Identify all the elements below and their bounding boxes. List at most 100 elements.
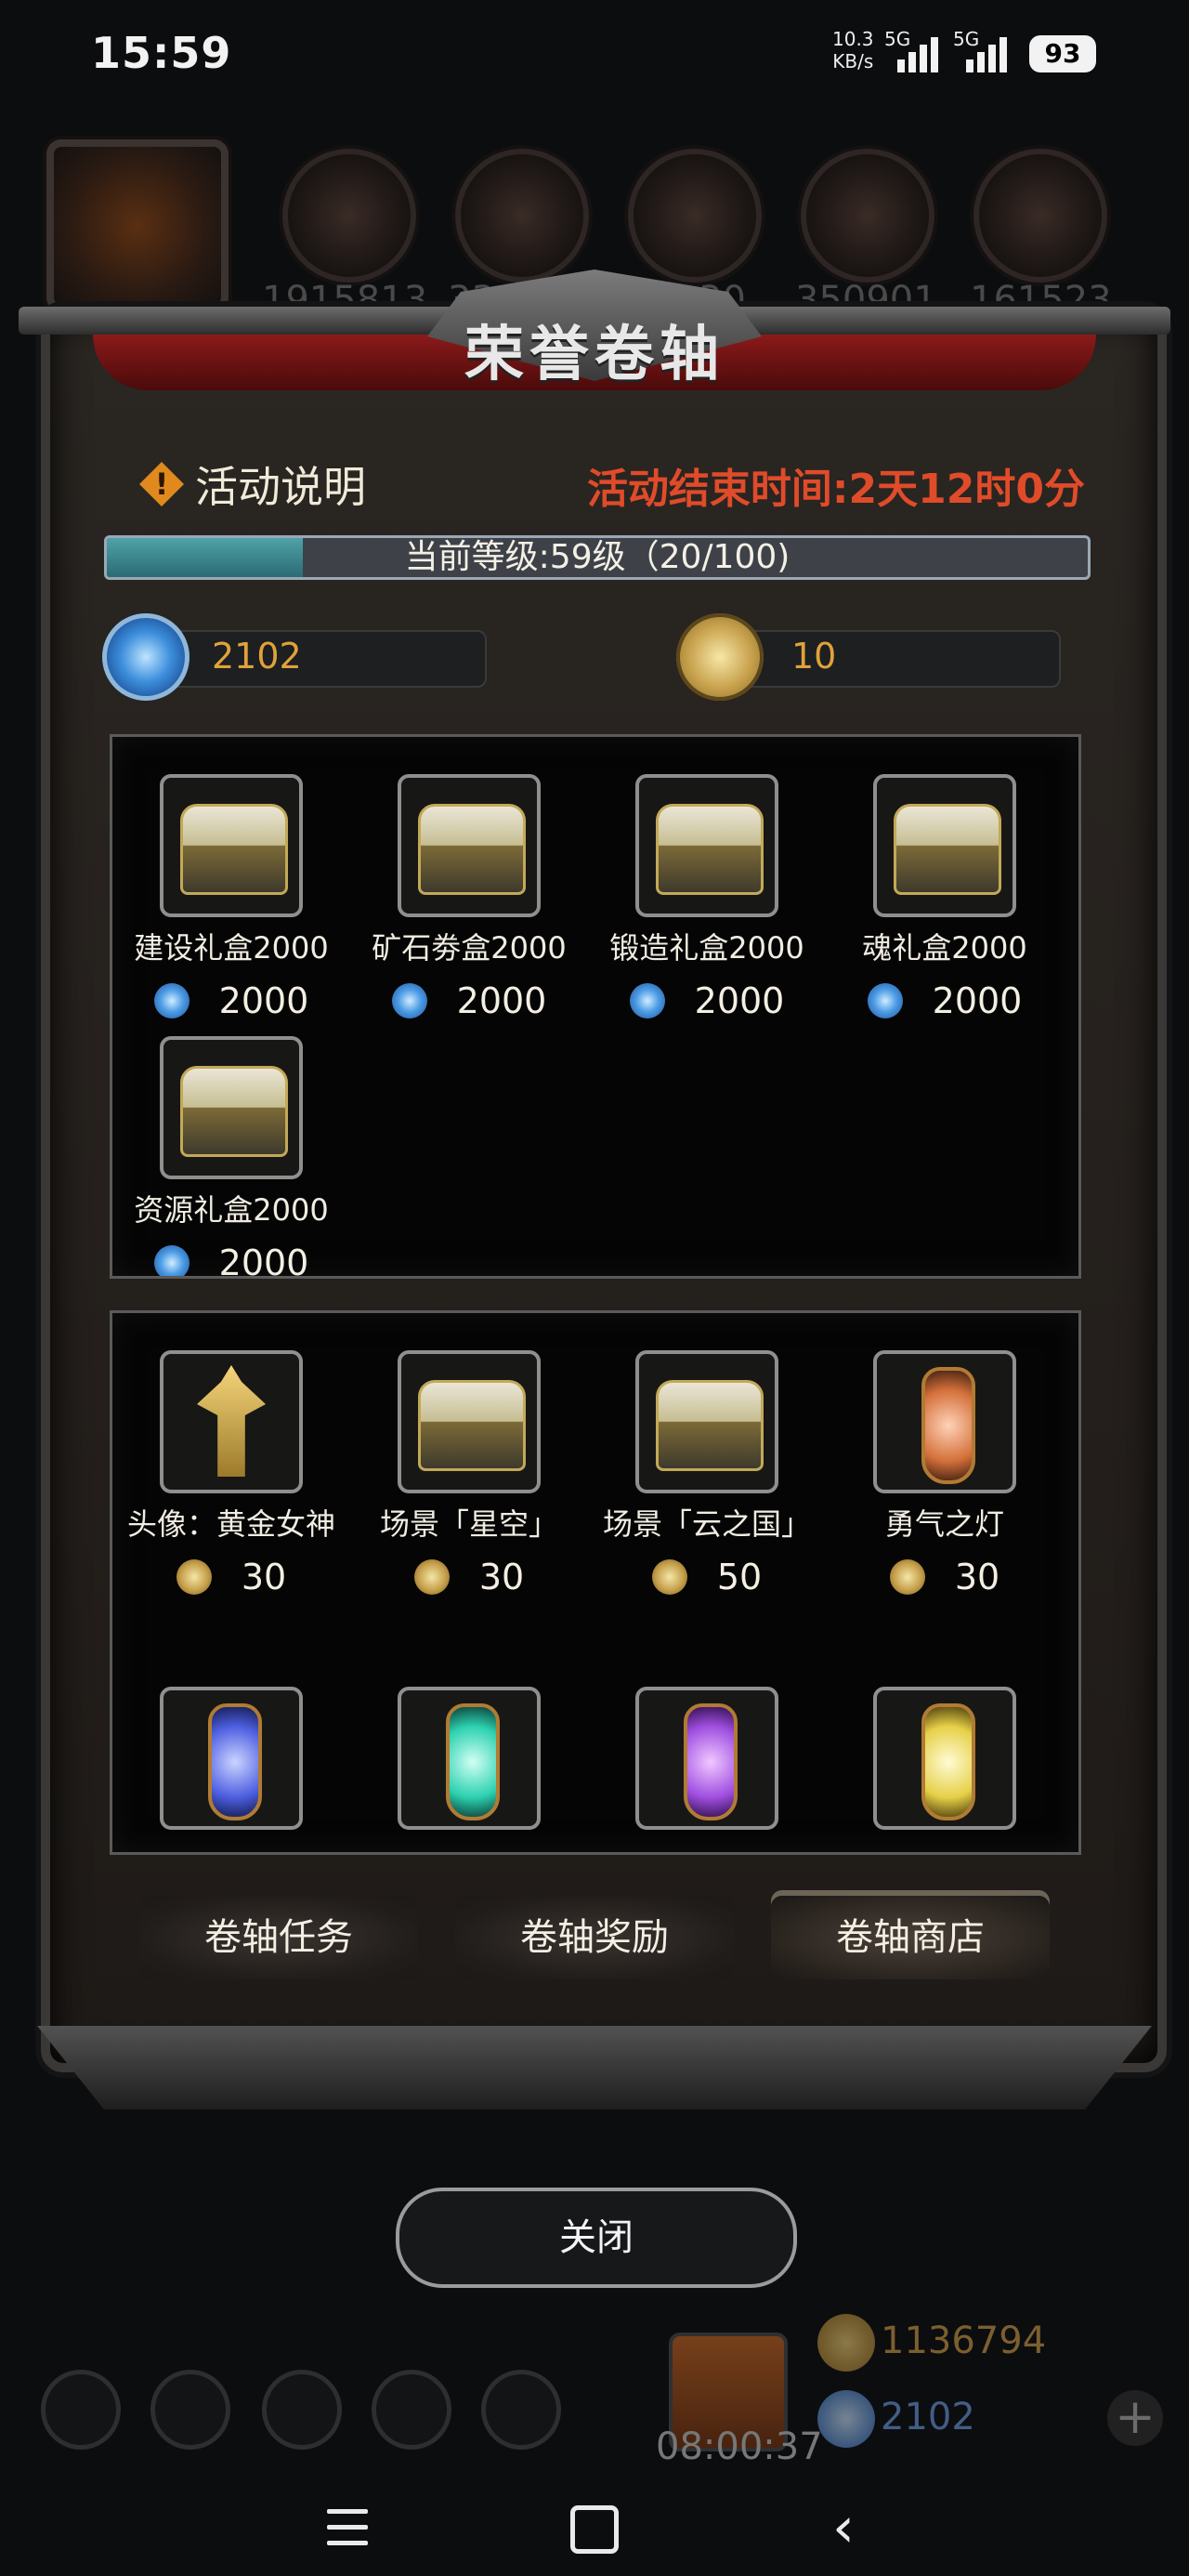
signal-icon [953, 37, 1007, 72]
network-speed: 10.3 KB/s [832, 28, 874, 72]
item-price: 2000 [456, 980, 547, 1021]
item-price: 2000 [932, 980, 1023, 1021]
item-name: 场景「星空」 [379, 1506, 558, 1542]
item-name: 建设礼盒2000 [134, 930, 329, 966]
settings-icon[interactable] [41, 2370, 121, 2450]
item-name: 锻造礼盒2000 [609, 930, 804, 966]
close-button[interactable]: 关闭 [396, 2188, 797, 2288]
coin-icon [651, 1559, 687, 1595]
coin-balance: 10 [676, 613, 1076, 701]
item-price: 50 [716, 1557, 763, 1597]
gold-balance: 1136794 [817, 2314, 1046, 2372]
shop-item[interactable] [588, 1687, 826, 1830]
treasure-chest-icon [180, 1066, 288, 1157]
shop-item[interactable]: 矿石劵盒2000 2000 [350, 774, 588, 1021]
net-speed-value: 10.3 [832, 28, 874, 50]
gem-icon [817, 2390, 875, 2448]
gem-icon [153, 983, 189, 1019]
item-price: 30 [241, 1557, 287, 1597]
meat-icon [282, 149, 416, 283]
tab-scroll-rewards[interactable]: 卷轴奖励 [455, 1896, 734, 1979]
net-speed-unit: KB/s [832, 50, 874, 72]
item-price: 2000 [218, 1242, 309, 1279]
gem-icon [867, 983, 903, 1019]
shop-item[interactable]: 场景「云之国」 50 [588, 1350, 826, 1597]
battery-icon: 93 [1029, 35, 1096, 72]
item-name: 场景「云之国」 [602, 1506, 811, 1542]
game-hud: 08:00:37 1136794 2102 + [0, 2295, 1189, 2468]
panel-bottom-frame [37, 2026, 1152, 2109]
coin-icon [889, 1559, 925, 1595]
coin-icon [176, 1559, 212, 1595]
gift-timer: 08:00:37 [656, 2425, 823, 2468]
item-price: 30 [954, 1557, 1000, 1597]
shop-item[interactable]: 建设礼盒2000 2000 [112, 774, 350, 1021]
gold-amount: 1136794 [881, 2320, 1047, 2362]
level-label: 当前等级:59级（20/100) [404, 538, 790, 576]
back-icon[interactable]: ‹ [832, 2500, 855, 2556]
portrait-icon[interactable] [262, 2370, 342, 2450]
lantern-orange-icon [921, 1367, 975, 1484]
coin-amount: 10 [791, 636, 837, 677]
coin-icon [413, 1559, 450, 1595]
gem-icon [391, 983, 427, 1019]
event-end-time: 活动结束时间:2天12时0分 [586, 466, 1085, 513]
gem-icon [629, 983, 665, 1019]
gold-stack-icon [817, 2314, 875, 2372]
treasure-chest-icon [894, 804, 1001, 895]
gem-icon [153, 1245, 189, 1276]
iron-icon [628, 149, 762, 283]
gem-icon [102, 613, 189, 701]
clock: 15:59 [91, 28, 232, 78]
item-name: 头像：黄金女神 [126, 1506, 335, 1542]
scroll-tabs: 卷轴任务 卷轴奖励 卷轴商店 [139, 1896, 1050, 1979]
shop-item[interactable]: 场景「星空」 30 [350, 1350, 588, 1597]
tab-scroll-shop[interactable]: 卷轴商店 [771, 1896, 1050, 1979]
star-icon[interactable] [150, 2370, 230, 2450]
lantern-yellow-icon [921, 1703, 975, 1820]
system-navigation-bar: ‹ [0, 2491, 1189, 2576]
warning-icon: ! [139, 462, 184, 506]
status-bar: 15:59 10.3 KB/s 5G 5G 93 [0, 0, 1189, 112]
home-icon[interactable] [570, 2505, 619, 2554]
ore-icon [973, 149, 1107, 283]
shop-item[interactable]: 魂礼盒2000 2000 [826, 774, 1064, 1021]
shop-item[interactable]: 头像：黄金女神 30 [112, 1350, 350, 1597]
treasure-chest-icon [656, 804, 764, 895]
angel-statue-icon [197, 1365, 266, 1477]
item-name: 矿石劵盒2000 [372, 930, 567, 966]
item-name: 勇气之灯 [884, 1506, 1004, 1542]
tab-scroll-tasks[interactable]: 卷轴任务 [139, 1896, 418, 1979]
treasure-chest-icon [180, 804, 288, 895]
shop-item[interactable] [112, 1687, 350, 1830]
gem-balance-hud: 2102 [817, 2390, 975, 2448]
item-name: 资源礼盒2000 [134, 1192, 329, 1228]
menu-icon[interactable] [327, 2509, 368, 2546]
shop-item[interactable] [826, 1687, 1064, 1830]
activity-info-link[interactable]: ! 活动说明 [139, 453, 366, 515]
lantern-cyan-icon [446, 1703, 500, 1820]
add-currency-button[interactable]: + [1107, 2390, 1163, 2446]
panel-title: 荣誉卷轴 [464, 321, 725, 389]
item-name: 魂礼盒2000 [862, 930, 1027, 966]
shop-item[interactable]: 资源礼盒2000 2000 [112, 1036, 350, 1279]
shop-item[interactable] [350, 1687, 588, 1830]
shop-section-gem-items[interactable]: 建设礼盒2000 2000 矿石劵盒2000 2000 锻造礼盒2000 200… [110, 734, 1081, 1279]
lantern-purple-icon [684, 1703, 738, 1820]
wood-icon [455, 149, 589, 283]
mail-icon[interactable] [372, 2370, 451, 2450]
treasure-chest-icon [656, 1380, 764, 1471]
level-progress-bar: 当前等级:59级（20/100) [104, 535, 1091, 580]
gem-balance: 2102 [102, 613, 492, 701]
crystal-icon [801, 149, 934, 283]
handshake-icon[interactable] [481, 2370, 561, 2450]
item-price: 30 [478, 1557, 525, 1597]
activity-info-label: 活动说明 [195, 462, 366, 512]
shop-section-coin-items[interactable]: 头像：黄金女神 30 场景「星空」 30 场景「云之国」 50 勇气之灯 30 [110, 1310, 1081, 1855]
item-price: 2000 [218, 980, 309, 1021]
shop-item[interactable]: 勇气之灯 30 [826, 1350, 1064, 1597]
treasure-chest-icon [418, 1380, 526, 1471]
treasure-chest-icon [418, 804, 526, 895]
lantern-blue-icon [208, 1703, 262, 1820]
shop-item[interactable]: 锻造礼盒2000 2000 [588, 774, 826, 1021]
